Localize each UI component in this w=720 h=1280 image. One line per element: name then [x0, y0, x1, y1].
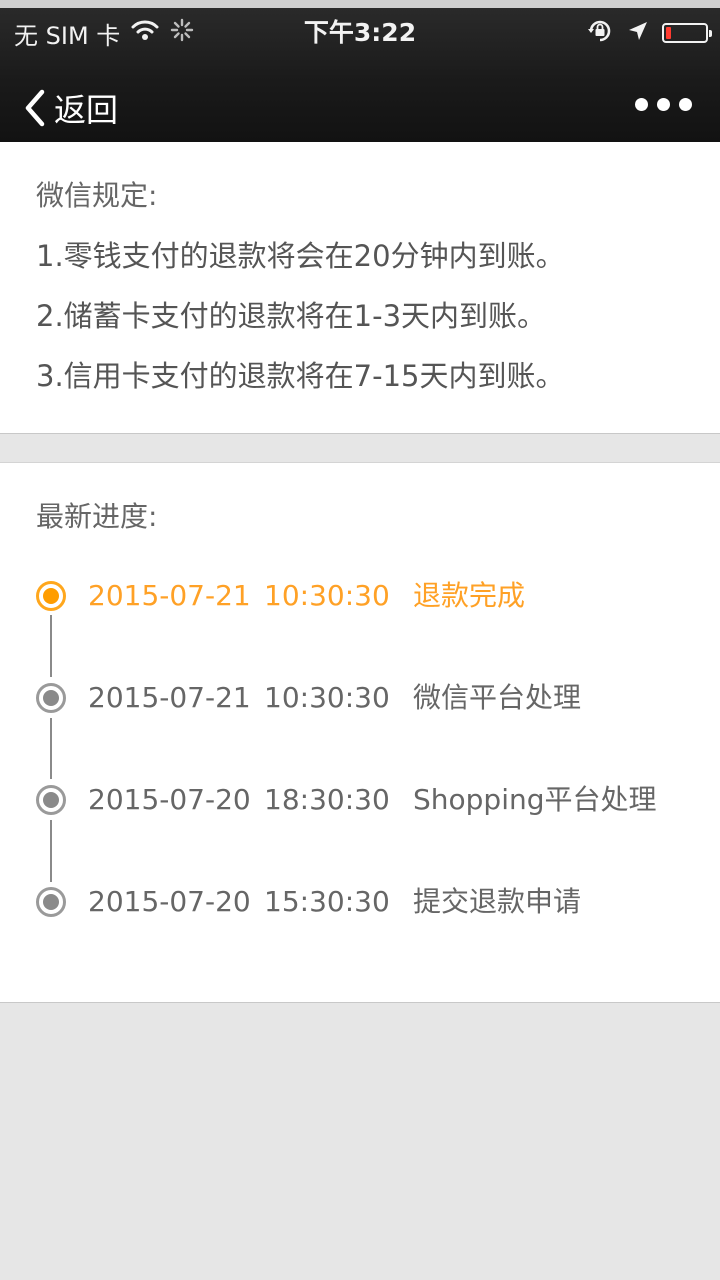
timeline-dot-icon: [36, 887, 66, 917]
navigation-bar: 返回: [0, 70, 720, 150]
more-dot-icon: [657, 98, 670, 111]
timeline-dot-icon: [36, 785, 66, 815]
more-options-button[interactable]: [635, 98, 692, 111]
status-right: [586, 17, 712, 49]
step-time: 10:30:30: [264, 579, 390, 612]
timeline-dot-icon: [36, 683, 66, 713]
timeline-dot-icon: [36, 581, 66, 611]
timeline-step: 2015-07-21 10:30:30 退款完成: [0, 574, 720, 618]
step-time: 10:30:30: [264, 681, 390, 714]
step-date: 2015-07-20: [88, 783, 251, 816]
app-header: 无 SIM 卡 下午3:22 返回: [0, 0, 720, 142]
rules-title: 微信规定:: [36, 179, 158, 212]
location-arrow-icon: [626, 19, 650, 47]
rotation-lock-icon: [586, 17, 614, 49]
step-status: 提交退款申请: [413, 885, 582, 918]
timeline-step: 2015-07-21 10:30:30 微信平台处理: [0, 676, 720, 720]
battery-level: [666, 27, 671, 39]
refund-rules-section: 微信规定: 1.零钱支付的退款将会在20分钟内到账。 2.储蓄卡支付的退款将在1…: [0, 142, 720, 434]
step-status: 微信平台处理: [413, 681, 582, 714]
chevron-left-icon: [22, 88, 48, 132]
step-time: 18:30:30: [264, 783, 390, 816]
step-date: 2015-07-20: [88, 885, 251, 918]
more-dot-icon: [635, 98, 648, 111]
timeline-step: 2015-07-20 15:30:30 提交退款申请: [0, 880, 720, 924]
step-status: Shopping平台处理: [413, 783, 657, 816]
rule-line: 1.零钱支付的退款将会在20分钟内到账。: [36, 239, 565, 273]
step-date: 2015-07-21: [88, 579, 251, 612]
timeline-connector: [50, 820, 52, 882]
battery-icon: [662, 23, 712, 43]
back-button[interactable]: 返回: [22, 88, 118, 132]
step-date: 2015-07-21: [88, 681, 251, 714]
back-label: 返回: [54, 91, 119, 129]
status-bar: 无 SIM 卡 下午3:22: [0, 8, 720, 58]
progress-title: 最新进度:: [36, 500, 158, 533]
timeline-connector: [50, 718, 52, 779]
timeline-step: 2015-07-20 18:30:30 Shopping平台处理: [0, 778, 720, 822]
rule-line: 3.信用卡支付的退款将在7-15天内到账。: [36, 359, 565, 393]
refund-progress-section: 最新进度: 2015-07-21 10:30:30 退款完成 2015-07-2…: [0, 462, 720, 1003]
more-dot-icon: [679, 98, 692, 111]
step-time: 15:30:30: [264, 885, 390, 918]
step-status: 退款完成: [413, 579, 526, 612]
rule-line: 2.储蓄卡支付的退款将在1-3天内到账。: [36, 299, 547, 333]
timeline-connector: [50, 615, 52, 677]
